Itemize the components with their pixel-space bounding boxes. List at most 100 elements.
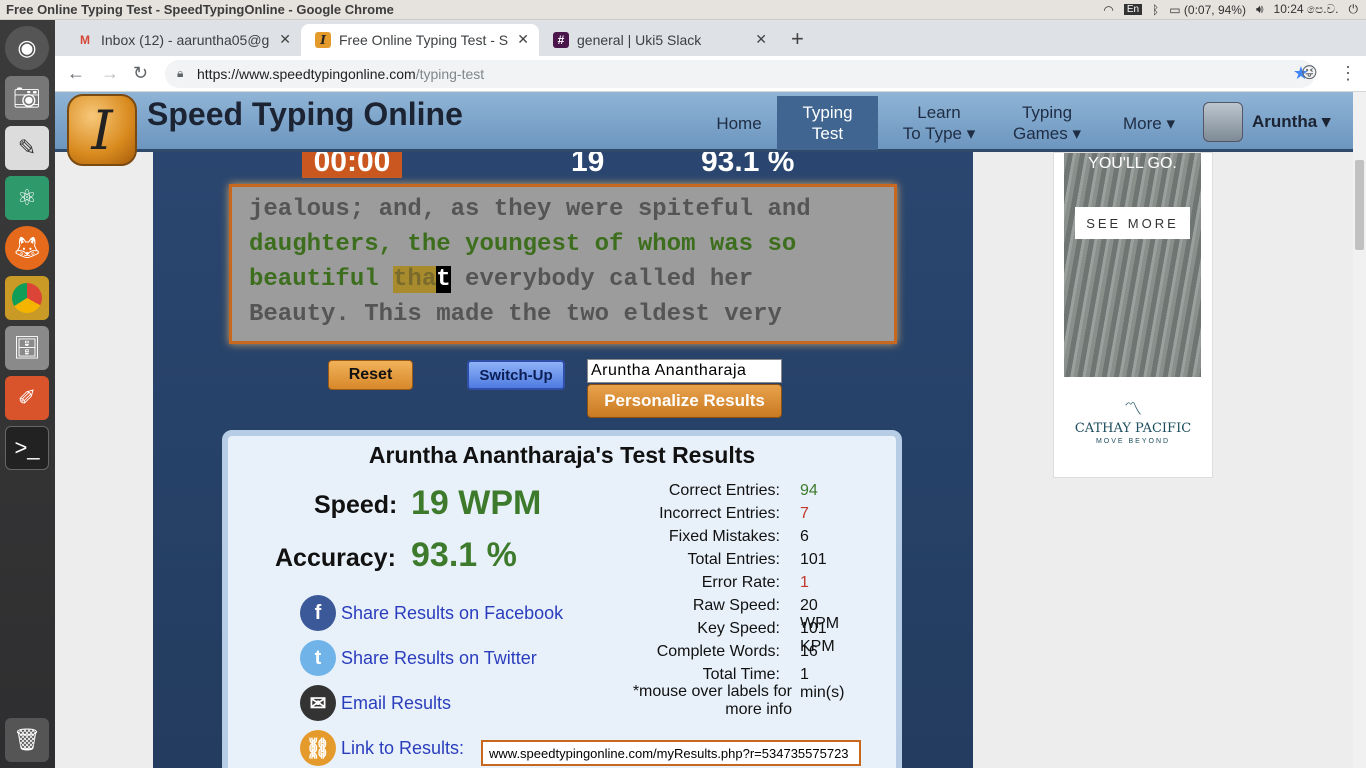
twitter-icon: t: [300, 640, 336, 676]
scrollbar-thumb[interactable]: [1355, 160, 1364, 250]
battery-status[interactable]: ▭ (0:07, 94%): [1169, 3, 1246, 17]
system-tray: ◠ En ᛒ ▭ (0:07, 94%) 🔊︎ 10:24 පෙ.ව. ⏻: [1103, 2, 1358, 17]
share-twitter-link[interactable]: t Share Results on Twitter: [300, 640, 537, 676]
reset-button[interactable]: Reset: [328, 360, 413, 390]
files-icon[interactable]: 🗄︎: [5, 326, 49, 370]
nav-label: Typing: [1021, 103, 1073, 122]
email-icon: ✉: [300, 685, 336, 721]
current-word-highlight: tha: [393, 266, 437, 293]
timer-display: 00:00: [302, 152, 402, 178]
share-facebook-link[interactable]: f Share Results on Facebook: [300, 595, 563, 631]
text-line-current: beautiful that everybody called her: [249, 262, 894, 297]
stat-value: 7: [800, 505, 809, 522]
nav-label: Games ▾: [1012, 124, 1082, 143]
battery-text: (0:07, 94%): [1183, 2, 1246, 17]
share-label: Link to Results:: [341, 737, 465, 758]
tab-strip: M Inbox (12) - aaruntha05@g ✕ I Free Onl…: [55, 20, 1366, 56]
nav-home[interactable]: Home: [705, 96, 773, 150]
user-avatar[interactable]: [1203, 102, 1243, 142]
slack-icon: #: [553, 32, 569, 48]
stat-row: Fixed Mistakes: 6: [228, 528, 809, 548]
nav-label: To Type ▾: [902, 124, 976, 143]
firefox-icon[interactable]: 🦊︎: [5, 226, 49, 270]
back-icon[interactable]: ←: [67, 63, 85, 84]
text-line-typed: daughters, the youngest of whom was so: [249, 231, 797, 258]
tab-title: Free Online Typing Test - S: [339, 32, 509, 48]
nav-typing-test[interactable]: Typing Test: [777, 96, 878, 150]
tab-gmail[interactable]: M Inbox (12) - aaruntha05@g ✕: [63, 24, 301, 56]
new-tab-button[interactable]: +: [791, 26, 804, 52]
bluetooth-icon[interactable]: ᛒ: [1152, 3, 1159, 17]
cathay-bird-logo-icon: 〽: [1124, 399, 1142, 419]
stat-row: Correct Entries: 94: [228, 482, 818, 502]
user-menu[interactable]: Aruntha ▾: [1252, 112, 1330, 132]
cursor-char: t: [436, 266, 451, 293]
share-label: Share Results on Twitter: [341, 647, 537, 668]
trash-icon[interactable]: 🗑︎: [5, 718, 49, 762]
keyboard-layout-indicator[interactable]: En: [1123, 4, 1143, 15]
reload-icon[interactable]: ↻: [133, 63, 148, 84]
stat-label[interactable]: Total Entries:: [228, 551, 780, 569]
url-text: https://www.speedtypingonline.com/typing…: [197, 66, 484, 82]
close-tab-icon[interactable]: ✕: [517, 31, 529, 48]
ad-see-more-button[interactable]: SEE MORE: [1075, 207, 1190, 239]
stat-value: 1: [800, 574, 809, 591]
paint-icon[interactable]: ✐: [5, 376, 49, 420]
link-to-results[interactable]: ⛓ Link to Results:: [300, 730, 464, 766]
stat-value: 1 min(s): [800, 666, 845, 701]
wifi-icon[interactable]: ◠: [1103, 3, 1113, 17]
close-tab-icon[interactable]: ✕: [755, 31, 767, 48]
site-name[interactable]: Speed Typing Online: [147, 96, 463, 133]
speedtyping-favicon: I: [315, 32, 331, 48]
stat-value: 6: [800, 528, 809, 545]
stat-label[interactable]: Correct Entries:: [228, 482, 780, 500]
stat-label[interactable]: Fixed Mistakes:: [228, 528, 780, 546]
advertisement[interactable]: YOU'LL GO. SEE MORE 〽 CATHAY PACIFIC MOV…: [1053, 152, 1213, 478]
chrome-icon[interactable]: [5, 276, 49, 320]
power-icon[interactable]: ⏻: [1349, 2, 1359, 17]
stat-row: Error Rate: 1: [228, 574, 809, 594]
extension-emoji-icon[interactable]: 😜︎: [1301, 63, 1318, 83]
stats-note: *mouse over labels for more info: [608, 683, 792, 719]
results-url-field[interactable]: www.speedtypingonline.com/myResults.php?…: [481, 740, 861, 766]
clock[interactable]: 10:24 පෙ.ව.: [1274, 2, 1339, 17]
forward-icon[interactable]: →: [101, 63, 119, 84]
site-logo[interactable]: I: [67, 94, 137, 166]
remaining-text: everybody called her: [450, 266, 754, 293]
text-editor-icon[interactable]: ✎: [5, 126, 49, 170]
typing-text-area[interactable]: jealous; and, as they were spiteful and …: [229, 184, 897, 344]
stat-label[interactable]: Incorrect Entries:: [228, 505, 780, 523]
volume-icon[interactable]: 🔊︎: [1256, 2, 1264, 17]
tab-typing-test[interactable]: I Free Online Typing Test - S ✕: [301, 24, 539, 56]
page-scrollbar[interactable]: [1353, 92, 1366, 768]
switch-up-button[interactable]: Switch-Up: [467, 360, 565, 390]
text-line: Beauty. This made the two eldest very: [249, 301, 782, 328]
stat-value: 94: [800, 482, 818, 499]
ad-image[interactable]: YOU'LL GO. SEE MORE: [1064, 153, 1201, 377]
nav-typing-games[interactable]: Typing Games ▾: [1005, 96, 1089, 150]
url-input[interactable]: 🔒︎ https://www.speedtypingonline.com/typ…: [165, 60, 1315, 88]
dash-icon[interactable]: ◉: [5, 26, 49, 70]
note-line: *mouse over labels for: [632, 683, 792, 700]
name-input[interactable]: [587, 359, 782, 383]
share-label: Share Results on Facebook: [341, 602, 564, 623]
note-line: more info: [725, 701, 792, 718]
url-host: https://www.speedtypingonline.com: [197, 66, 416, 82]
camera-icon[interactable]: 📷︎: [5, 76, 49, 120]
lock-icon[interactable]: 🔒︎: [177, 66, 183, 81]
address-bar: ← → ↻ 🔒︎ https://www.speedtypingonline.c…: [55, 56, 1366, 92]
nav-more[interactable]: More ▾: [1109, 96, 1189, 150]
terminal-icon[interactable]: >_: [5, 426, 49, 470]
stat-label[interactable]: Error Rate:: [228, 574, 780, 592]
unity-launcher: ◉ 📷︎ ✎ ⚛ 🦊︎ 🗄︎ ✐ >_ 🗑︎: [0, 20, 55, 768]
atom-icon[interactable]: ⚛: [5, 176, 49, 220]
email-results-link[interactable]: ✉ Email Results: [300, 685, 451, 721]
menu-kebab-icon[interactable]: ⋮: [1339, 63, 1357, 84]
results-panel: Aruntha Anantharaja's Test Results Speed…: [222, 430, 902, 768]
personalize-results-button[interactable]: Personalize Results: [587, 384, 782, 418]
live-wpm: 19: [571, 152, 605, 178]
close-tab-icon[interactable]: ✕: [279, 31, 291, 48]
nav-learn-to-type[interactable]: Learn To Type ▾: [891, 96, 987, 150]
tab-slack[interactable]: # general | Uki5 Slack ✕: [539, 24, 777, 56]
site-header: Speed Typing Online Home Typing Test Lea…: [55, 92, 1353, 152]
